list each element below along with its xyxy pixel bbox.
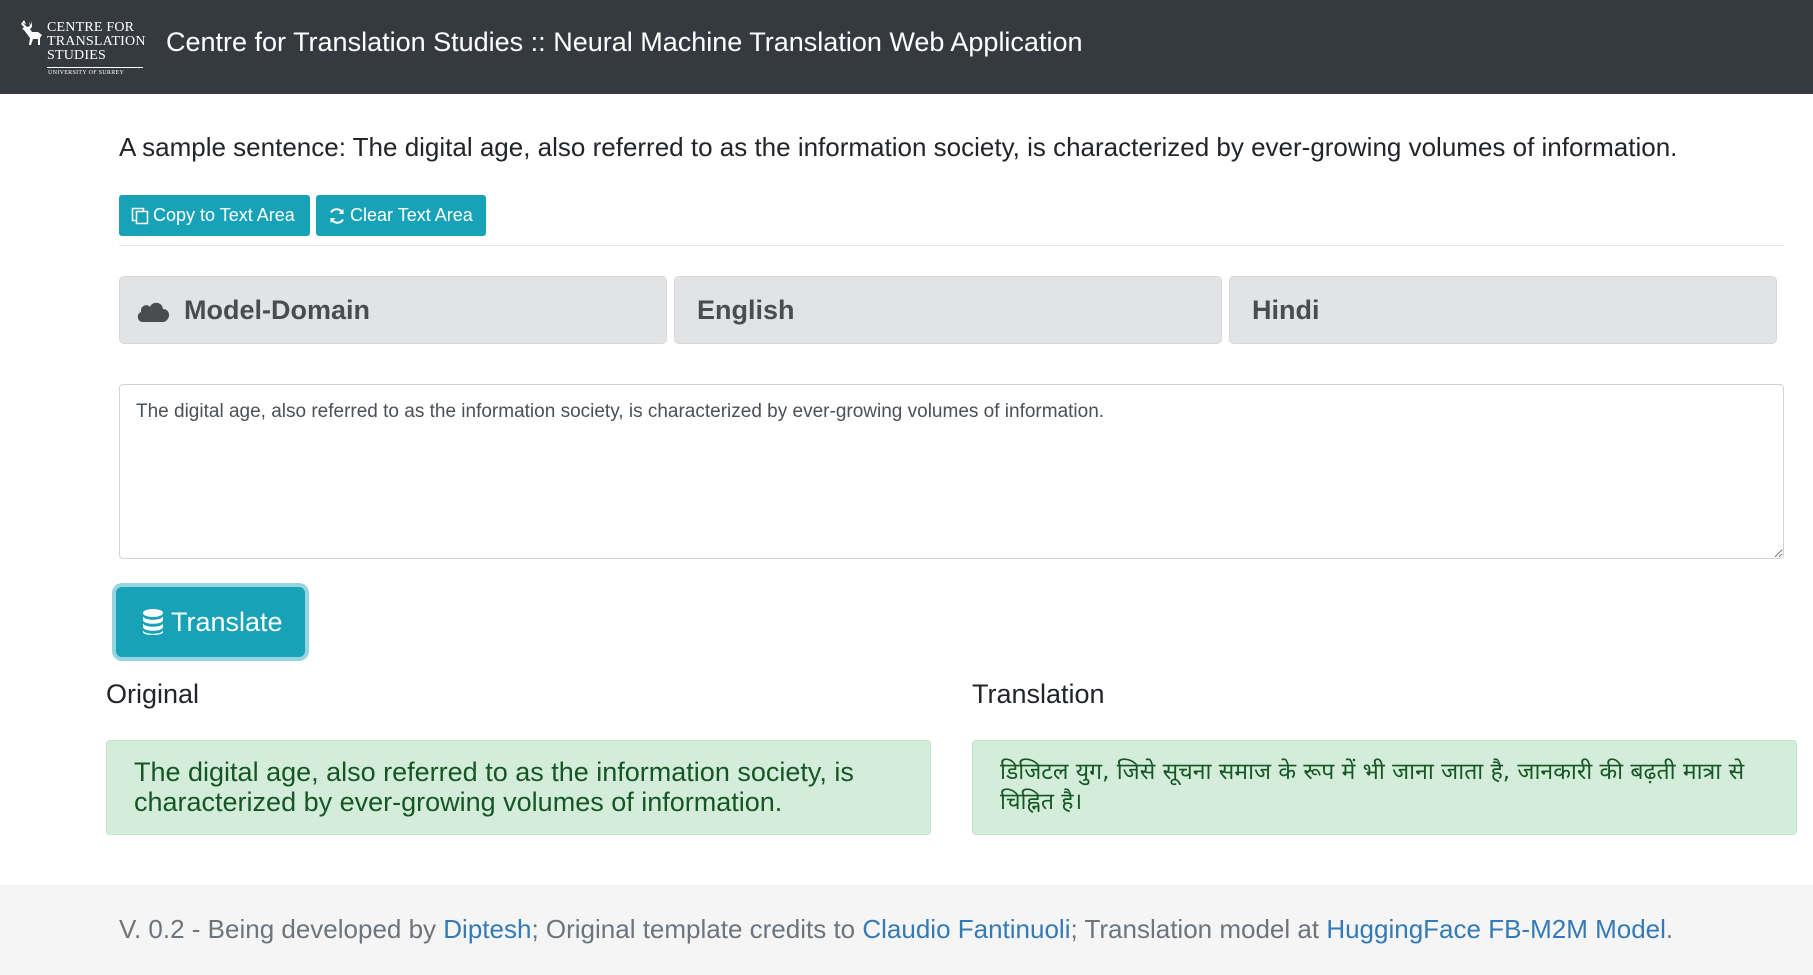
refresh-icon — [330, 207, 344, 224]
database-icon — [143, 609, 163, 635]
model-domain-label: Model-Domain — [184, 294, 370, 325]
footer-suffix: . — [1665, 914, 1674, 944]
original-heading: Original — [106, 679, 200, 709]
source-language-dropdown[interactable]: English — [674, 276, 1222, 344]
section-divider — [119, 245, 1784, 246]
footer-prefix: V. 0.2 - Being developed by — [119, 914, 444, 944]
translation-heading: Translation — [972, 679, 1105, 709]
template-credits-link[interactable]: Claudio Fantinuoli — [862, 914, 1070, 944]
copy-icon — [131, 207, 149, 224]
translation-model-link[interactable]: HuggingFace FB-M2M Model — [1326, 914, 1666, 944]
copy-button-label: Copy to Text Area — [153, 205, 295, 225]
clear-text-area-button[interactable]: Clear Text Area — [316, 195, 486, 236]
logo-text-line1: CENTRE FOR — [47, 20, 135, 35]
source-language-label: English — [697, 294, 795, 325]
footer-middle-1: ; Original template credits to — [531, 914, 863, 944]
sample-sentence: A sample sentence: The digital age, also… — [119, 132, 1678, 162]
footer-text: V. 0.2 - Being developed by Diptesh; Ori… — [119, 914, 1673, 945]
translation-text-box: डिजिटल युग, जिसे सूचना समाज के रूप में भ… — [972, 740, 1797, 835]
footer: V. 0.2 - Being developed by Diptesh; Ori… — [0, 885, 1813, 975]
logo-text-university: UNIVERSITY OF SURREY — [48, 70, 125, 76]
cloud-icon — [137, 302, 170, 322]
original-text-box: The digital age, also referred to as the… — [106, 740, 931, 835]
logo-text-line2: TRANSLATION — [47, 34, 146, 49]
model-domain-dropdown[interactable]: Model-Domain — [119, 276, 667, 344]
cts-logo[interactable]: CENTRE FOR TRANSLATION STUDIES UNIVERSIT… — [18, 18, 146, 80]
translate-button[interactable]: Translate — [116, 587, 305, 657]
target-language-label: Hindi — [1252, 294, 1320, 325]
footer-middle-2: ; Translation model at — [1070, 914, 1327, 944]
top-navbar: CENTRE FOR TRANSLATION STUDIES UNIVERSIT… — [0, 0, 1813, 94]
developer-link[interactable]: Diptesh — [443, 914, 531, 944]
stag-logo-icon — [21, 20, 42, 45]
source-text-input[interactable]: The digital age, also referred to as the… — [119, 384, 1784, 559]
logo-rule — [47, 67, 143, 68]
navbar-title[interactable]: Centre for Translation Studies :: Neural… — [166, 27, 1082, 58]
logo-text-line3: STUDIES — [47, 48, 106, 63]
clear-button-label: Clear Text Area — [350, 205, 473, 225]
copy-to-text-area-button[interactable]: Copy to Text Area — [119, 195, 310, 236]
translate-button-label: Translate — [171, 606, 283, 637]
target-language-dropdown[interactable]: Hindi — [1229, 276, 1777, 344]
